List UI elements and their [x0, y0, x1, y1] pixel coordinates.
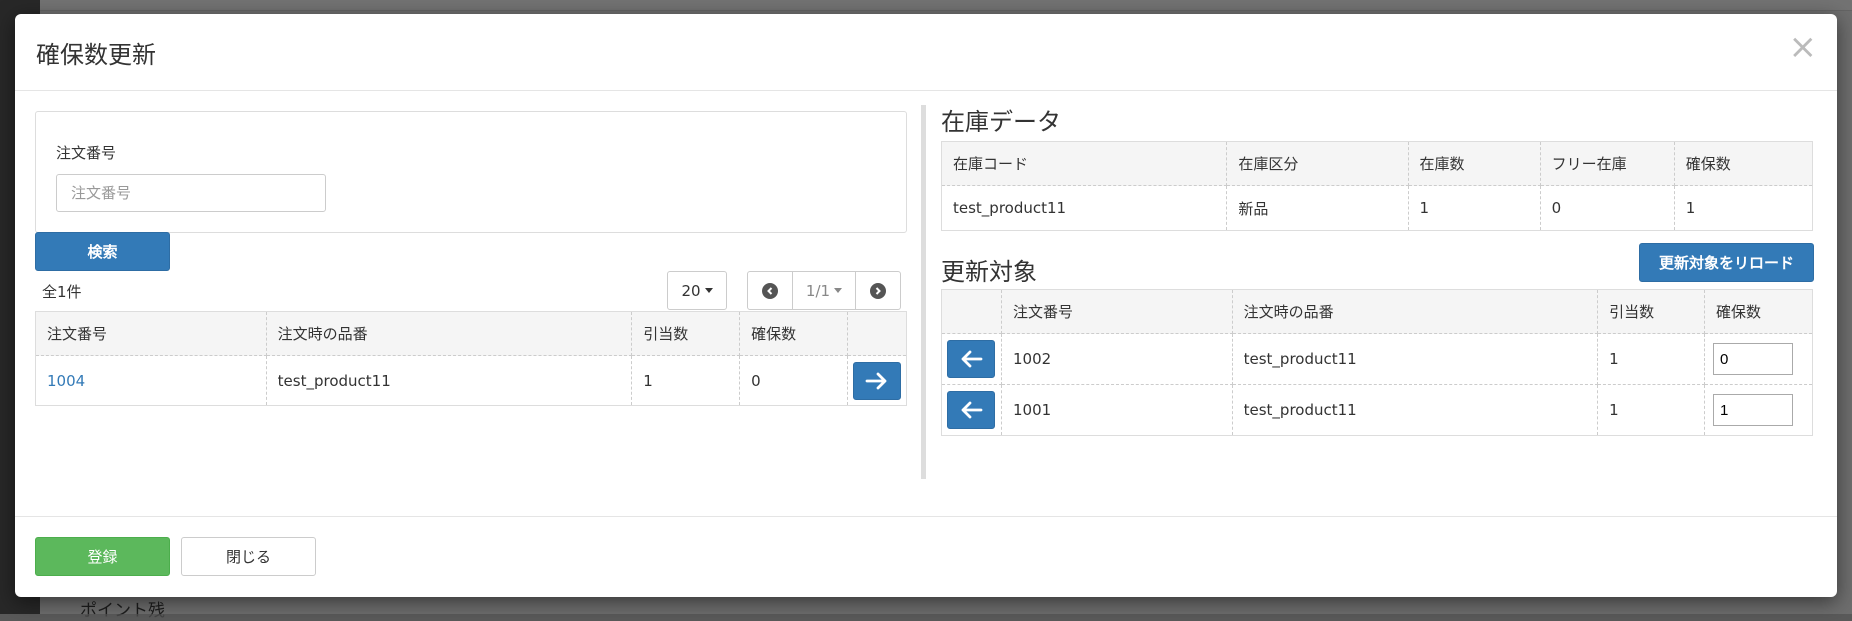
chevron-left-circle-icon	[762, 282, 778, 299]
reserved-cell: 0	[739, 355, 848, 406]
stock-qty-cell: 1	[1407, 185, 1541, 231]
column-header: 注文時の品番	[265, 311, 633, 356]
reserved-qty-input[interactable]	[1712, 343, 1793, 375]
order-number-input[interactable]	[56, 174, 326, 212]
modal-header: 確保数更新 ×	[15, 14, 1837, 91]
arrow-right-icon	[865, 372, 887, 389]
arrow-left-icon	[961, 401, 983, 419]
reservation-update-modal: 確保数更新 × 注文番号 検索 全1件 20 1/1 注	[15, 14, 1837, 597]
caret-down-icon	[704, 288, 713, 293]
close-button[interactable]: 閉じる	[181, 537, 316, 576]
column-header: フリー在庫	[1539, 141, 1675, 186]
column-header: 確保数	[1673, 141, 1814, 186]
next-page-button[interactable]	[856, 272, 900, 309]
column-header: 在庫区分	[1226, 141, 1409, 186]
allocated-cell: 1	[1597, 333, 1705, 385]
stock-data-title: 在庫データ	[941, 108, 1061, 136]
order-number-cell: 1004	[35, 355, 267, 406]
allocated-cell: 1	[631, 355, 741, 406]
page-indicator: 1/1	[805, 281, 831, 300]
order-number-cell: 1001	[1000, 384, 1233, 436]
free-stock-cell: 0	[1539, 185, 1675, 231]
reserved-cell: 1	[1673, 185, 1814, 231]
modal-footer: 登録 閉じる	[15, 516, 1837, 598]
order-results-table: 注文番号 注文時の品番 引当数 確保数 1004 test_product11 …	[35, 311, 908, 406]
reserved-qty-input[interactable]	[1712, 394, 1793, 426]
stock-code-cell: test_product11	[940, 185, 1228, 231]
order-number-link[interactable]: 1004	[47, 372, 85, 390]
column-header-action	[941, 289, 1002, 334]
order-number-label: 注文番号	[56, 144, 117, 162]
prev-page-button[interactable]	[748, 272, 793, 309]
column-header-action	[846, 311, 908, 356]
stock-category-cell: 新品	[1226, 185, 1409, 231]
arrow-left-icon	[961, 350, 983, 368]
column-header: 在庫数	[1407, 141, 1541, 186]
per-page-value: 20	[681, 281, 701, 300]
total-count: 全1件	[42, 283, 82, 301]
action-cell	[941, 384, 1002, 436]
table-header-row: 在庫コード 在庫区分 在庫数 フリー在庫 確保数	[940, 141, 1814, 186]
add-to-targets-button[interactable]	[852, 361, 901, 400]
close-icon[interactable]: ×	[1789, 30, 1818, 64]
column-header: 在庫コード	[940, 141, 1228, 186]
table-row: 1002 test_product11 1	[941, 333, 1814, 385]
reserved-cell	[1703, 384, 1814, 436]
table-row: test_product11 新品 1 0 1	[940, 185, 1814, 231]
table-header-row: 注文番号 注文時の品番 引当数 確保数	[35, 311, 908, 356]
table-row: 1004 test_product11 1 0	[35, 355, 908, 406]
chevron-right-circle-icon	[870, 282, 886, 299]
item-code-cell: test_product11	[265, 355, 633, 406]
modal-title: 確保数更新	[36, 41, 156, 69]
caret-down-icon	[834, 288, 843, 293]
update-targets-table: 注文番号 注文時の品番 引当数 確保数 1002 test_product11 …	[941, 289, 1814, 436]
allocated-cell: 1	[1597, 384, 1705, 436]
pagination: 1/1	[747, 271, 901, 310]
panel-divider	[921, 105, 926, 479]
per-page-select[interactable]: 20	[667, 271, 727, 310]
item-code-cell: test_product11	[1231, 333, 1599, 385]
column-header: 注文番号	[35, 311, 267, 356]
column-header: 確保数	[1703, 289, 1814, 334]
remove-from-targets-button[interactable]	[947, 391, 995, 429]
reserved-cell	[1703, 333, 1814, 385]
update-targets-title: 更新対象	[941, 258, 1037, 286]
column-header: 注文時の品番	[1231, 289, 1599, 334]
stock-data-table: 在庫コード 在庫区分 在庫数 フリー在庫 確保数 test_product11 …	[940, 141, 1814, 231]
submit-button[interactable]: 登録	[35, 537, 170, 576]
column-header: 確保数	[739, 311, 848, 356]
table-row: 1001 test_product11 1	[941, 384, 1814, 436]
order-number-cell: 1002	[1000, 333, 1233, 385]
item-code-cell: test_product11	[1231, 384, 1599, 436]
action-cell	[941, 333, 1002, 385]
search-panel: 注文番号	[35, 111, 907, 233]
search-button[interactable]: 検索	[35, 232, 170, 271]
reload-targets-button[interactable]: 更新対象をリロード	[1639, 243, 1814, 282]
action-cell	[846, 355, 908, 406]
remove-from-targets-button[interactable]	[947, 340, 995, 378]
column-header: 注文番号	[1000, 289, 1233, 334]
table-header-row: 注文番号 注文時の品番 引当数 確保数	[941, 289, 1814, 334]
page-select[interactable]: 1/1	[793, 272, 856, 309]
column-header: 引当数	[631, 311, 741, 356]
column-header: 引当数	[1597, 289, 1705, 334]
